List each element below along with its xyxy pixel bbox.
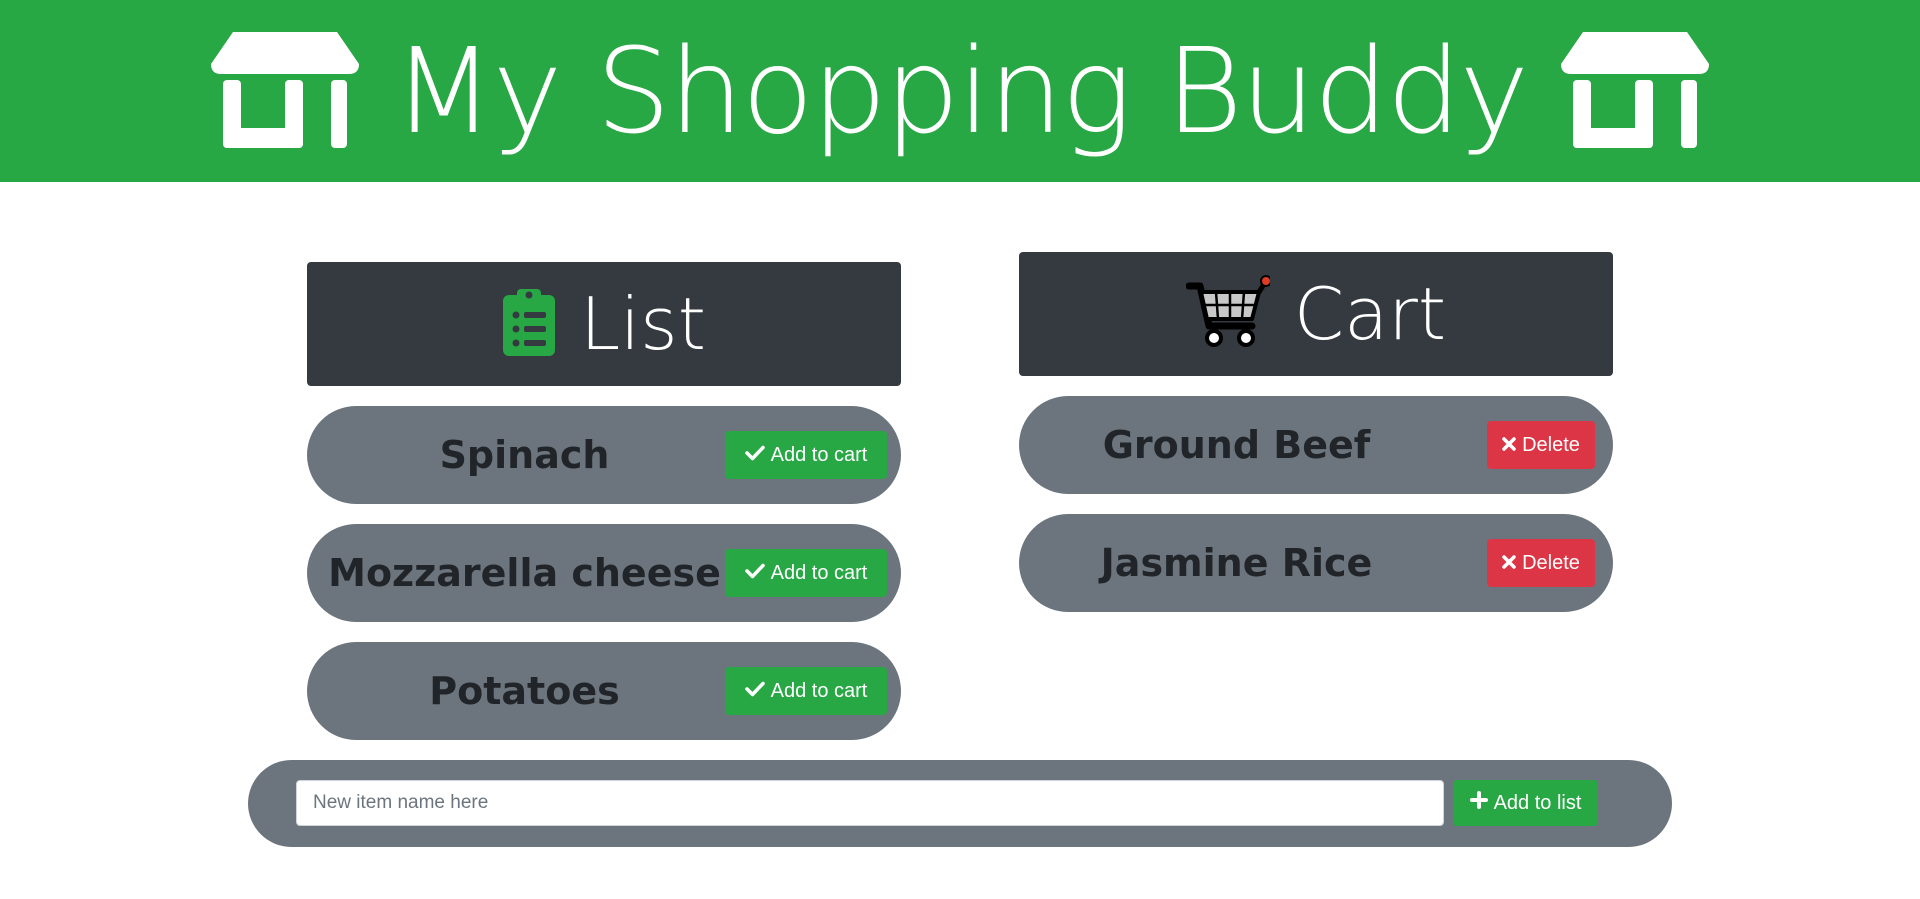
close-icon <box>1502 552 1516 575</box>
delete-label: Delete <box>1522 551 1580 574</box>
add-to-list-button[interactable]: Add to list <box>1453 780 1598 826</box>
list-panel-header: List <box>307 262 901 386</box>
cart-item-name: Ground Beef <box>1102 423 1371 467</box>
shopping-cart-icon <box>1185 274 1272 354</box>
clipboard-list-icon <box>502 287 556 361</box>
delete-button[interactable]: Delete <box>1487 421 1595 469</box>
add-to-cart-label: Add to cart <box>770 443 868 466</box>
add-to-list-label: Add to list <box>1493 791 1582 814</box>
list-panel-title: List <box>580 282 706 366</box>
store-icon <box>209 30 361 152</box>
check-icon <box>744 444 765 467</box>
app-title: My Shopping Buddy <box>392 22 1529 160</box>
cart-panel: Cart Ground Beef Delete Jasmine Rice Del… <box>1019 252 1613 612</box>
cart-panel-header: Cart <box>1019 252 1613 376</box>
add-to-cart-label: Add to cart <box>770 561 868 584</box>
add-to-cart-button[interactable]: Add to cart <box>725 549 887 597</box>
list-item-name: Mozzarella cheese <box>328 551 721 595</box>
list-item-name: Spinach <box>439 433 610 477</box>
cart-item-name: Jasmine Rice <box>1100 541 1373 585</box>
add-item-bar: Add to list <box>248 760 1672 847</box>
list-panel: List Spinach Add to cart Mozzarella chee… <box>307 262 901 740</box>
app-header: My Shopping Buddy <box>0 0 1920 182</box>
list-item: Potatoes Add to cart <box>307 642 901 740</box>
list-item: Spinach Add to cart <box>307 406 901 504</box>
cart-panel-title: Cart <box>1293 272 1447 356</box>
store-icon <box>1559 30 1711 152</box>
check-icon <box>744 562 765 585</box>
cart-item: Jasmine Rice Delete <box>1019 514 1613 612</box>
delete-label: Delete <box>1522 433 1580 456</box>
cart-item: Ground Beef Delete <box>1019 396 1613 494</box>
list-item: Mozzarella cheese Add to cart <box>307 524 901 622</box>
plus-icon <box>1469 791 1488 815</box>
close-icon <box>1502 434 1516 457</box>
new-item-input[interactable] <box>296 780 1444 826</box>
list-item-name: Potatoes <box>429 669 620 713</box>
add-to-cart-button[interactable]: Add to cart <box>725 667 887 715</box>
delete-button[interactable]: Delete <box>1487 539 1595 587</box>
add-to-cart-button[interactable]: Add to cart <box>725 431 887 479</box>
add-to-cart-label: Add to cart <box>770 679 868 702</box>
check-icon <box>744 680 765 703</box>
